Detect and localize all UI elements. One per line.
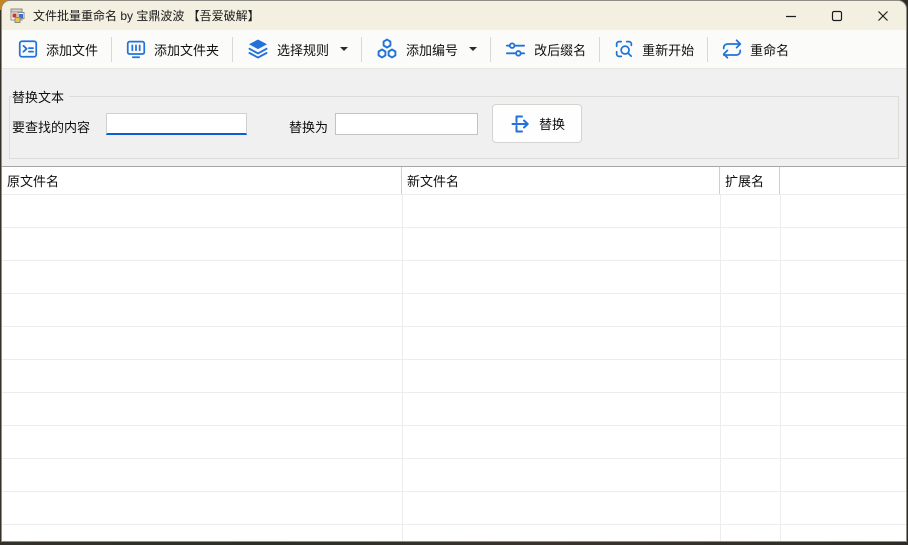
replace-text-panel: 替换文本 要查找的内容 替换为 替换	[2, 69, 906, 166]
column-header-extension[interactable]: 扩展名	[720, 167, 780, 194]
table-row[interactable]	[2, 327, 906, 360]
select-rule-label: 选择规则	[277, 40, 329, 59]
replace-button-label: 替换	[539, 114, 565, 133]
table-row[interactable]	[2, 426, 906, 459]
table-row[interactable]	[2, 492, 906, 525]
add-number-label: 添加编号	[406, 40, 458, 59]
grid-column-line	[402, 195, 403, 541]
app-icon	[10, 8, 26, 24]
caption-controls	[768, 1, 906, 30]
add-folder-icon	[125, 38, 147, 60]
maximize-icon	[831, 10, 843, 22]
toolbar: 添加文件 添加文件夹 选择规则	[2, 30, 906, 69]
find-input[interactable]	[106, 113, 247, 135]
column-header-new-name[interactable]: 新文件名	[402, 167, 720, 194]
add-file-label: 添加文件	[46, 40, 98, 59]
table-row[interactable]	[2, 525, 906, 541]
add-number-icon	[375, 37, 399, 61]
restart-label: 重新开始	[642, 40, 694, 59]
rename-label: 重命名	[750, 40, 789, 59]
select-rule-button[interactable]: 选择规则	[236, 33, 358, 65]
table-row[interactable]	[2, 228, 906, 261]
toolbar-separator	[490, 37, 491, 62]
file-table-body[interactable]	[2, 195, 906, 541]
grid-column-line	[720, 195, 721, 541]
rename-icon	[721, 38, 743, 60]
close-button[interactable]	[860, 1, 906, 30]
toolbar-separator	[707, 37, 708, 62]
change-extension-icon	[504, 38, 527, 61]
toolbar-separator	[111, 37, 112, 62]
window-title: 文件批量重命名 by 宝鼎波波 【吾爱破解】	[33, 7, 260, 24]
add-folder-label: 添加文件夹	[154, 40, 219, 59]
add-folder-button[interactable]: 添加文件夹	[115, 33, 229, 65]
replace-with-input[interactable]	[335, 113, 478, 135]
file-table-header: 原文件名 新文件名 扩展名	[2, 167, 906, 195]
close-icon	[877, 10, 889, 22]
change-extension-label: 改后缀名	[534, 40, 586, 59]
maximize-button[interactable]	[814, 1, 860, 30]
table-row[interactable]	[2, 459, 906, 492]
toolbar-separator	[361, 37, 362, 62]
titlebar: 文件批量重命名 by 宝鼎波波 【吾爱破解】	[2, 1, 906, 30]
replace-icon	[509, 112, 533, 136]
restart-button[interactable]: 重新开始	[603, 33, 704, 65]
replace-with-label: 替换为	[289, 117, 328, 136]
replace-groupbox-title: 替换文本	[12, 87, 69, 106]
add-number-button[interactable]: 添加编号	[365, 33, 487, 65]
replace-button[interactable]: 替换	[492, 104, 582, 143]
restart-icon	[613, 38, 635, 60]
select-rule-icon	[246, 37, 270, 61]
dropdown-caret-icon	[340, 47, 348, 51]
change-extension-button[interactable]: 改后缀名	[494, 33, 596, 65]
file-table: 原文件名 新文件名 扩展名	[2, 166, 906, 541]
add-file-icon	[17, 38, 39, 60]
toolbar-separator	[599, 37, 600, 62]
table-row[interactable]	[2, 261, 906, 294]
table-row[interactable]	[2, 294, 906, 327]
table-row[interactable]	[2, 360, 906, 393]
table-row[interactable]	[2, 393, 906, 426]
toolbar-separator	[232, 37, 233, 62]
minimize-icon	[785, 10, 797, 22]
app-window: 文件批量重命名 by 宝鼎波波 【吾爱破解】 添加文件	[2, 1, 906, 541]
column-header-original-name[interactable]: 原文件名	[2, 167, 402, 194]
minimize-button[interactable]	[768, 1, 814, 30]
table-row[interactable]	[2, 195, 906, 228]
dropdown-caret-icon	[469, 47, 477, 51]
rename-button[interactable]: 重命名	[711, 33, 799, 65]
find-label: 要查找的内容	[12, 117, 90, 136]
add-file-button[interactable]: 添加文件	[7, 33, 108, 65]
grid-column-line	[780, 195, 781, 541]
